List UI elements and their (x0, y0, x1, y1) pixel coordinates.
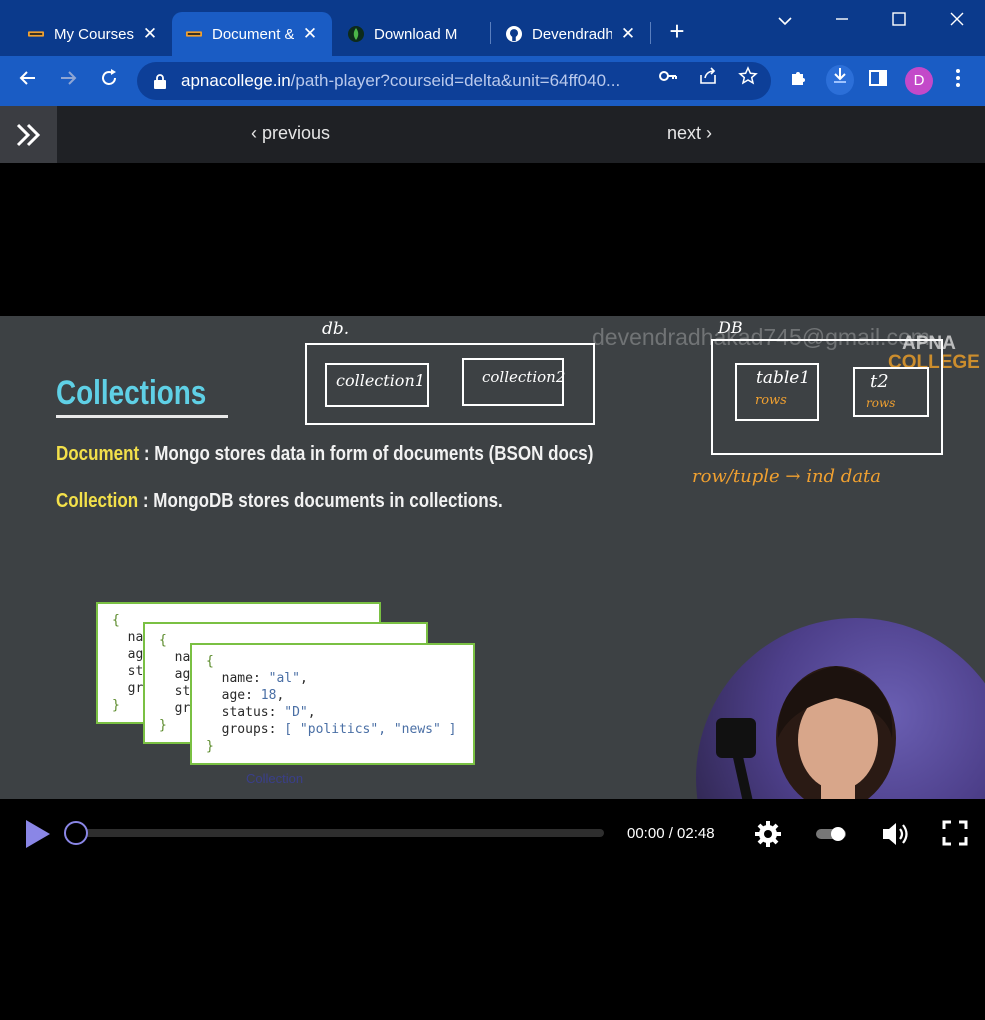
video-letterbox-top (0, 163, 985, 316)
annotation-collection1: collection1 (336, 371, 425, 390)
seek-handle[interactable] (64, 821, 88, 845)
back-icon[interactable] (15, 68, 41, 94)
play-button[interactable] (24, 818, 52, 850)
minimize-icon[interactable] (829, 8, 855, 32)
fullscreen-icon[interactable] (941, 819, 971, 849)
url-path: /path-player?courseid=delta&unit=64ff040… (290, 71, 621, 90)
annotation-table1: table1 (756, 368, 811, 388)
lock-icon[interactable] (153, 73, 167, 89)
tab-title: Document & (212, 25, 294, 43)
close-icon[interactable]: ✕ (620, 24, 636, 44)
share-icon[interactable] (698, 66, 718, 86)
password-key-icon[interactable] (658, 66, 678, 86)
annotation-DB: DB (718, 318, 743, 337)
document-definition: Document : Mongo stores data in form of … (56, 443, 593, 466)
tab-title: Download M (374, 25, 458, 43)
download-icon[interactable] (826, 65, 854, 95)
extensions-puzzle-icon[interactable] (786, 68, 810, 92)
maximize-icon[interactable] (886, 8, 912, 32)
sidebar-toggle-button[interactable] (0, 106, 57, 163)
profile-avatar[interactable]: D (905, 67, 933, 95)
tab-title: Devendradh (532, 25, 612, 43)
menu-kebab-icon[interactable] (946, 68, 970, 92)
document-card-front: { name: "al", age: 18, status: "D", grou… (190, 643, 475, 765)
course-nav-bar: ‹ previous next › (0, 106, 985, 163)
video-controls: 00:00 / 02:48 (0, 799, 985, 869)
video-letterbox-bottom (0, 869, 985, 1020)
mongodb-leaf-icon (348, 26, 364, 42)
chevron-left-icon: ‹ (251, 123, 262, 143)
forward-icon[interactable] (55, 68, 81, 94)
video-frame[interactable]: devendradhakad745@gmail.com APNA COLLEGE… (0, 316, 985, 799)
reload-icon[interactable] (96, 68, 122, 94)
volume-icon[interactable] (880, 819, 910, 849)
new-tab-button[interactable]: + (664, 18, 690, 44)
collection-text: : MongoDB stores documents in collection… (138, 490, 503, 512)
DB-box-drawing (711, 339, 943, 455)
close-icon[interactable]: ✕ (302, 24, 318, 44)
url-domain: apnacollege.in (181, 71, 291, 90)
document-keyword: Document (56, 443, 140, 465)
browser-toolbar: apnacollege.in/path-player?courseid=delt… (0, 56, 985, 106)
heading-underline (56, 415, 228, 418)
play-icon (26, 820, 50, 848)
tab-download-mongodb[interactable]: Download M (334, 12, 490, 56)
speed-toggle-icon[interactable] (814, 819, 848, 849)
annotation-t2: t2 (870, 371, 889, 392)
settings-gear-icon[interactable] (753, 819, 783, 849)
browser-tabstrip: My Courses ✕ Document & ✕ Download M Dev… (0, 0, 985, 56)
presenter-webcam (696, 618, 985, 799)
seek-bar[interactable] (76, 829, 604, 837)
college-logo-icon (186, 26, 202, 42)
url-text: apnacollege.in/path-player?courseid=delt… (181, 71, 643, 91)
annotation-t2-rows: rows (866, 396, 896, 410)
collection-keyword: Collection (56, 490, 139, 512)
tab-separator (490, 22, 491, 44)
tab-my-courses[interactable]: My Courses ✕ (14, 12, 172, 56)
annotation-table1-rows: rows (755, 393, 787, 408)
tab-document[interactable]: Document & ✕ (172, 12, 332, 56)
annotation-collection2: collection2 (482, 368, 566, 386)
previous-link[interactable]: ‹ previous (251, 123, 330, 144)
chevron-right-icon: › (701, 123, 713, 143)
time-display: 00:00 / 02:48 (627, 825, 715, 842)
collection-definition: Collection : MongoDB stores documents in… (56, 490, 503, 513)
bookmark-star-icon[interactable] (738, 66, 758, 86)
close-window-icon[interactable] (944, 8, 970, 32)
tab-title: My Courses (54, 25, 134, 43)
slide-heading: Collections (56, 374, 207, 412)
github-icon (506, 26, 522, 42)
annotation-db: db. (322, 319, 350, 339)
next-link[interactable]: next › (667, 123, 712, 144)
previous-label: previous (262, 123, 331, 143)
double-chevron-right-icon (16, 123, 40, 146)
tab-search-icon[interactable] (772, 8, 798, 32)
annotation-row-note: row/tuple → ind data (692, 466, 882, 487)
tab-github[interactable]: Devendradh ✕ (492, 12, 650, 56)
next-label: next (667, 123, 702, 143)
document-text: : Mongo stores data in form of documents… (139, 443, 594, 465)
college-logo-icon (28, 26, 44, 42)
tab-separator (650, 22, 651, 44)
side-panel-icon[interactable] (866, 68, 890, 92)
close-icon[interactable]: ✕ (142, 24, 158, 44)
collection-caption: Collection (246, 771, 304, 786)
